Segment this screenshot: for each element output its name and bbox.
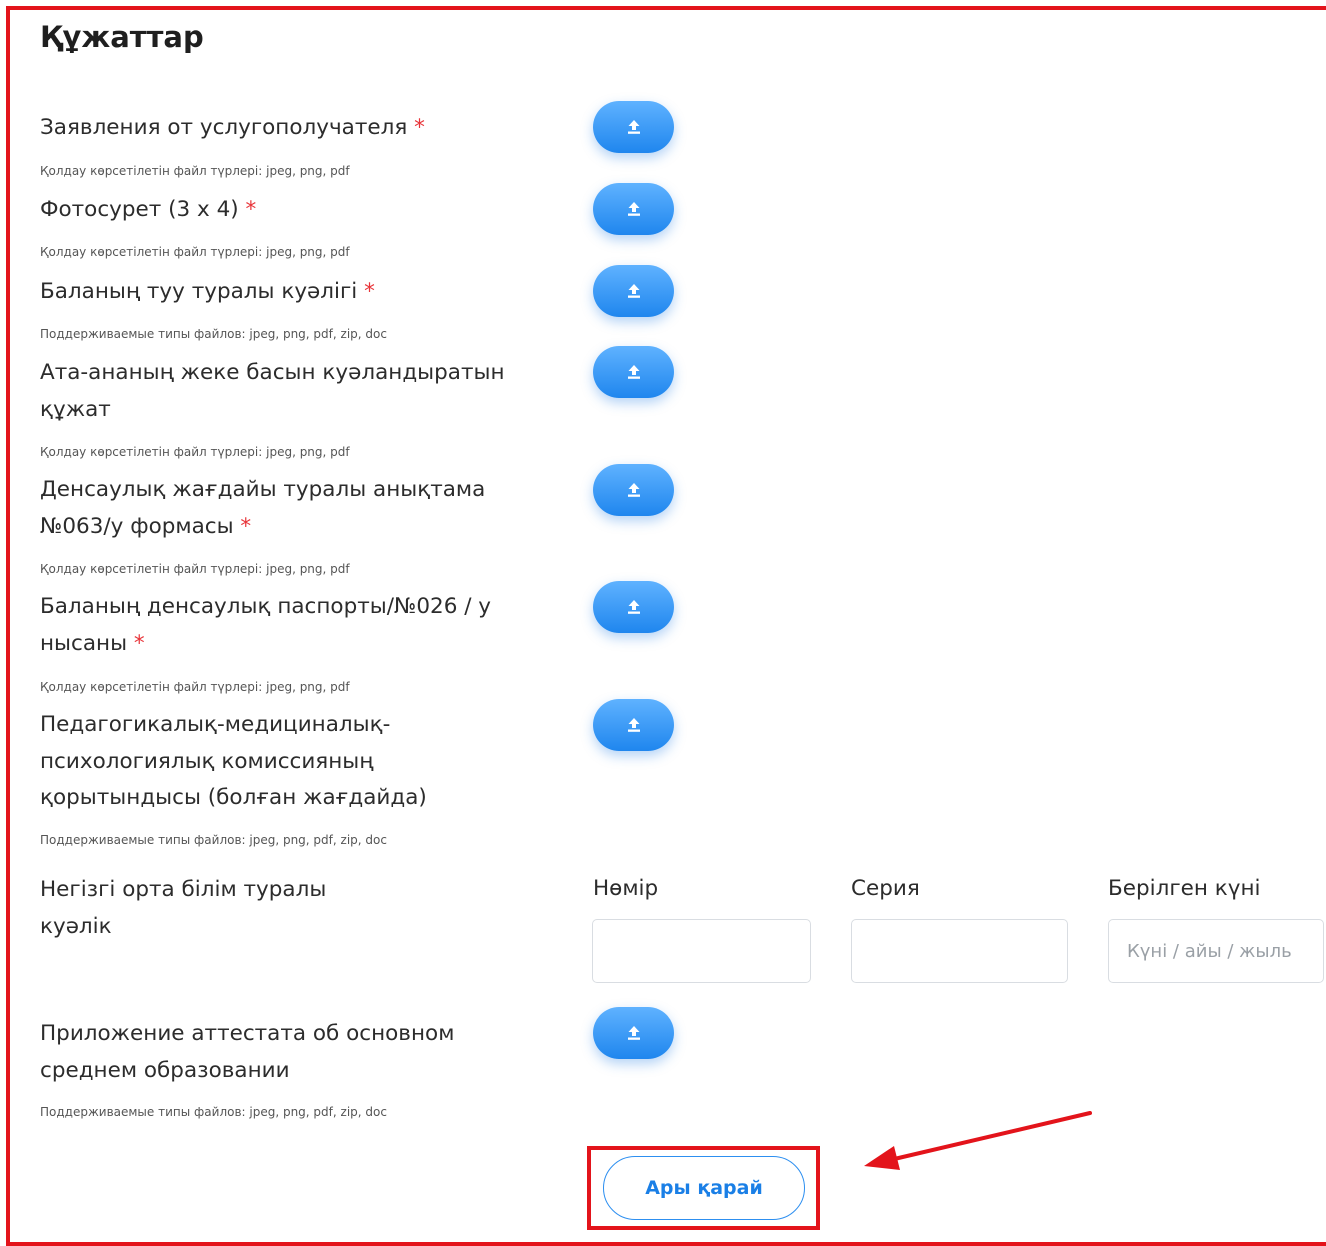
upload-button-health-certificate[interactable] xyxy=(593,464,674,516)
upload-button-parent-id[interactable] xyxy=(593,346,674,398)
certificate-label: Негізгі орта білім туралы куәлік xyxy=(40,877,327,939)
upload-icon xyxy=(627,202,640,216)
page-title: Құжаттар xyxy=(40,20,204,54)
next-button[interactable]: Ары қарай xyxy=(603,1156,805,1220)
doc-label-pmpc-conclusion: Педагогикалық-медициналық-психологиялық … xyxy=(40,707,460,817)
annotation-arrow-icon xyxy=(864,1111,1092,1170)
file-types-hint: Поддерживаемые типы файлов: jpeg, png, p… xyxy=(40,1105,387,1119)
file-types-hint: Поддерживаемые типы файлов: jpeg, png, p… xyxy=(40,833,387,847)
issue-date-input[interactable] xyxy=(1108,919,1324,983)
required-marker: * xyxy=(245,197,257,222)
upload-button-photo[interactable] xyxy=(593,183,674,235)
doc-label-application: Заявления от услугополучателя * xyxy=(40,110,520,147)
doc-label-health-certificate: Денсаулық жағдайы туралы анықтама №063/у… xyxy=(40,472,510,545)
doc-label-text: Педагогикалық-медициналық-психологиялық … xyxy=(40,712,427,810)
upload-icon xyxy=(627,1026,640,1040)
upload-button-birth-certificate[interactable] xyxy=(593,265,674,317)
doc-label-photo: Фотосурет (3 x 4) * xyxy=(40,192,520,229)
file-types-hint: Қолдау көрсетілетін файл түрлері: jpeg, … xyxy=(40,164,350,178)
series-field-label: Серия xyxy=(851,876,920,901)
doc-label-text: Денсаулық жағдайы туралы анықтама №063/у… xyxy=(40,477,486,539)
certificate-number-input[interactable] xyxy=(592,919,811,983)
required-marker: * xyxy=(414,115,425,140)
attachment-label: Приложение аттестата об основном среднем… xyxy=(40,1021,455,1083)
required-marker: * xyxy=(364,279,375,304)
upload-button-pmpc-conclusion[interactable] xyxy=(593,699,674,751)
upload-icon xyxy=(627,284,640,298)
upload-icon xyxy=(627,600,640,614)
upload-button-application[interactable] xyxy=(593,101,674,153)
file-types-hint: Қолдау көрсетілетін файл түрлері: jpeg, … xyxy=(40,680,350,694)
doc-label-text: Баланың денсаулық паспорты/№026 / у ныса… xyxy=(40,594,492,656)
doc-label-text: Баланың туу туралы куәлігі xyxy=(40,279,358,304)
doc-label-health-passport: Баланың денсаулық паспорты/№026 / у ныса… xyxy=(40,589,510,662)
doc-label-parent-id: Ата-ананың жеке басын куәландыратын құжа… xyxy=(40,355,510,428)
issue-date-field-label: Берілген күні xyxy=(1108,876,1261,901)
number-field-label: Нөмір xyxy=(593,876,659,901)
upload-icon xyxy=(627,718,640,732)
upload-icon xyxy=(627,483,640,497)
certificate-series-input[interactable] xyxy=(851,919,1068,983)
file-types-hint: Қолдау көрсетілетін файл түрлері: jpeg, … xyxy=(40,445,350,459)
doc-label-text: Заявления от услугополучателя xyxy=(40,115,408,140)
doc-label-text: Фотосурет (3 x 4) xyxy=(40,197,239,222)
upload-icon xyxy=(627,365,640,379)
file-types-hint: Қолдау көрсетілетін файл түрлері: jpeg, … xyxy=(40,245,350,259)
file-types-hint: Поддерживаемые типы файлов: jpeg, png, p… xyxy=(40,327,387,341)
upload-button-attachment[interactable] xyxy=(593,1007,674,1059)
doc-label-birth-certificate: Баланың туу туралы куәлігі * xyxy=(40,274,520,311)
upload-icon xyxy=(627,120,640,134)
file-types-hint: Қолдау көрсетілетін файл түрлері: jpeg, … xyxy=(40,562,350,576)
required-marker: * xyxy=(240,513,252,539)
required-marker: * xyxy=(133,630,145,656)
doc-label-text: Ата-ананың жеке басын куәландыратын құжа… xyxy=(40,360,505,422)
upload-button-health-passport[interactable] xyxy=(593,581,674,633)
